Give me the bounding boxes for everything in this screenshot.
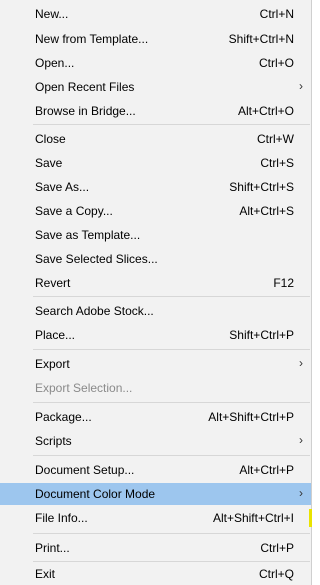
menu-item-label: New... (35, 7, 69, 21)
menu-item-shortcut: Shift+Ctrl+N (228, 32, 294, 46)
menu-item-shortcut: Ctrl+P (260, 541, 294, 555)
menu-item-shortcut: Shift+Ctrl+P (229, 328, 294, 342)
menu-item-label: Export (35, 357, 70, 371)
menu-item-label: File Info... (35, 511, 88, 525)
menu-item-save-as-template[interactable]: Save as Template... (0, 224, 311, 246)
chevron-right-icon: › (299, 433, 303, 447)
menu-item-shortcut: Alt+Ctrl+P (239, 463, 294, 477)
menu-item-shortcut: Ctrl+W (257, 132, 294, 146)
menu-separator (33, 296, 310, 297)
menu-item-label: Save (35, 156, 63, 170)
menu-separator (33, 124, 310, 125)
menu-item-label: Save As... (35, 180, 90, 194)
menu-item-label: Export Selection... (35, 381, 133, 395)
menu-item-label: Browse in Bridge... (35, 104, 136, 118)
menu-item-label: Document Color Mode (35, 487, 156, 501)
menu-item-shortcut: Alt+Ctrl+O (237, 104, 294, 118)
chevron-right-icon: › (299, 79, 303, 93)
menu-item-new-from-template[interactable]: New from Template... Shift+Ctrl+N (0, 28, 311, 50)
menu-separator (33, 561, 310, 562)
menu-item-label: Save a Copy... (35, 204, 113, 218)
menu-item-label: Search Adobe Stock... (35, 304, 154, 318)
menu-item-label: Open... (35, 56, 75, 70)
menu-item-exit[interactable]: Exit Ctrl+Q (0, 563, 311, 585)
menu-item-label: Revert (35, 276, 71, 290)
menu-item-document-color-mode[interactable]: Document Color Mode › (0, 483, 311, 505)
menu-item-export[interactable]: Export › (0, 353, 311, 375)
menu-separator (33, 402, 310, 403)
menu-item-shortcut: Ctrl+N (259, 7, 294, 21)
menu-item-open-recent-files[interactable]: Open Recent Files › (0, 76, 311, 98)
menu-item-label: Place... (35, 328, 76, 342)
menu-item-save-a-copy[interactable]: Save a Copy... Alt+Ctrl+S (0, 200, 311, 222)
menu-item-print[interactable]: Print... Ctrl+P (0, 537, 311, 559)
menu-item-label: Exit (35, 567, 56, 581)
menu-item-file-info[interactable]: File Info... Alt+Shift+Ctrl+I (0, 507, 311, 529)
menu-item-package[interactable]: Package... Alt+Shift+Ctrl+P (0, 406, 311, 428)
menu-item-close[interactable]: Close Ctrl+W (0, 128, 311, 150)
menu-item-label: Package... (35, 410, 92, 424)
menu-item-label: Print... (35, 541, 70, 555)
menu-item-place[interactable]: Place... Shift+Ctrl+P (0, 324, 311, 346)
menu-item-new[interactable]: New... Ctrl+N (0, 3, 311, 25)
menu-item-label: Open Recent Files (35, 80, 135, 94)
menu-item-label: Save Selected Slices... (35, 252, 158, 266)
menu-item-shortcut: Ctrl+O (258, 56, 294, 70)
file-menu: New... Ctrl+N New from Template... Shift… (0, 0, 312, 585)
menu-item-revert[interactable]: Revert F12 (0, 272, 311, 294)
menu-item-label: Close (35, 132, 66, 146)
menu-separator (33, 533, 310, 534)
menu-item-save-as[interactable]: Save As... Shift+Ctrl+S (0, 176, 311, 198)
chevron-right-icon: › (299, 486, 303, 500)
menu-item-export-selection: Export Selection... (0, 377, 311, 399)
menu-item-shortcut: Alt+Shift+Ctrl+P (208, 410, 294, 424)
menu-item-search-adobe-stock[interactable]: Search Adobe Stock... (0, 300, 311, 322)
menu-item-save-selected-slices[interactable]: Save Selected Slices... (0, 248, 311, 270)
chevron-right-icon: › (299, 356, 303, 370)
menu-item-shortcut: Alt+Ctrl+S (239, 204, 294, 218)
menu-item-shortcut: Ctrl+Q (258, 567, 294, 581)
highlight-marker (309, 509, 312, 527)
menu-item-shortcut: Ctrl+S (260, 156, 294, 170)
menu-item-label: New from Template... (35, 32, 149, 46)
menu-item-label: Document Setup... (35, 463, 135, 477)
menu-item-shortcut: Shift+Ctrl+S (229, 180, 294, 194)
menu-item-document-setup[interactable]: Document Setup... Alt+Ctrl+P (0, 459, 311, 481)
menu-item-open[interactable]: Open... Ctrl+O (0, 52, 311, 74)
menu-item-browse-in-bridge[interactable]: Browse in Bridge... Alt+Ctrl+O (0, 100, 311, 122)
menu-item-label: Save as Template... (35, 228, 141, 242)
menu-separator (33, 455, 310, 456)
menu-item-shortcut: Alt+Shift+Ctrl+I (212, 511, 294, 525)
menu-item-shortcut: F12 (273, 276, 294, 290)
menu-item-scripts[interactable]: Scripts › (0, 430, 311, 452)
menu-separator (33, 349, 310, 350)
menu-item-label: Scripts (35, 434, 72, 448)
menu-item-save[interactable]: Save Ctrl+S (0, 152, 311, 174)
